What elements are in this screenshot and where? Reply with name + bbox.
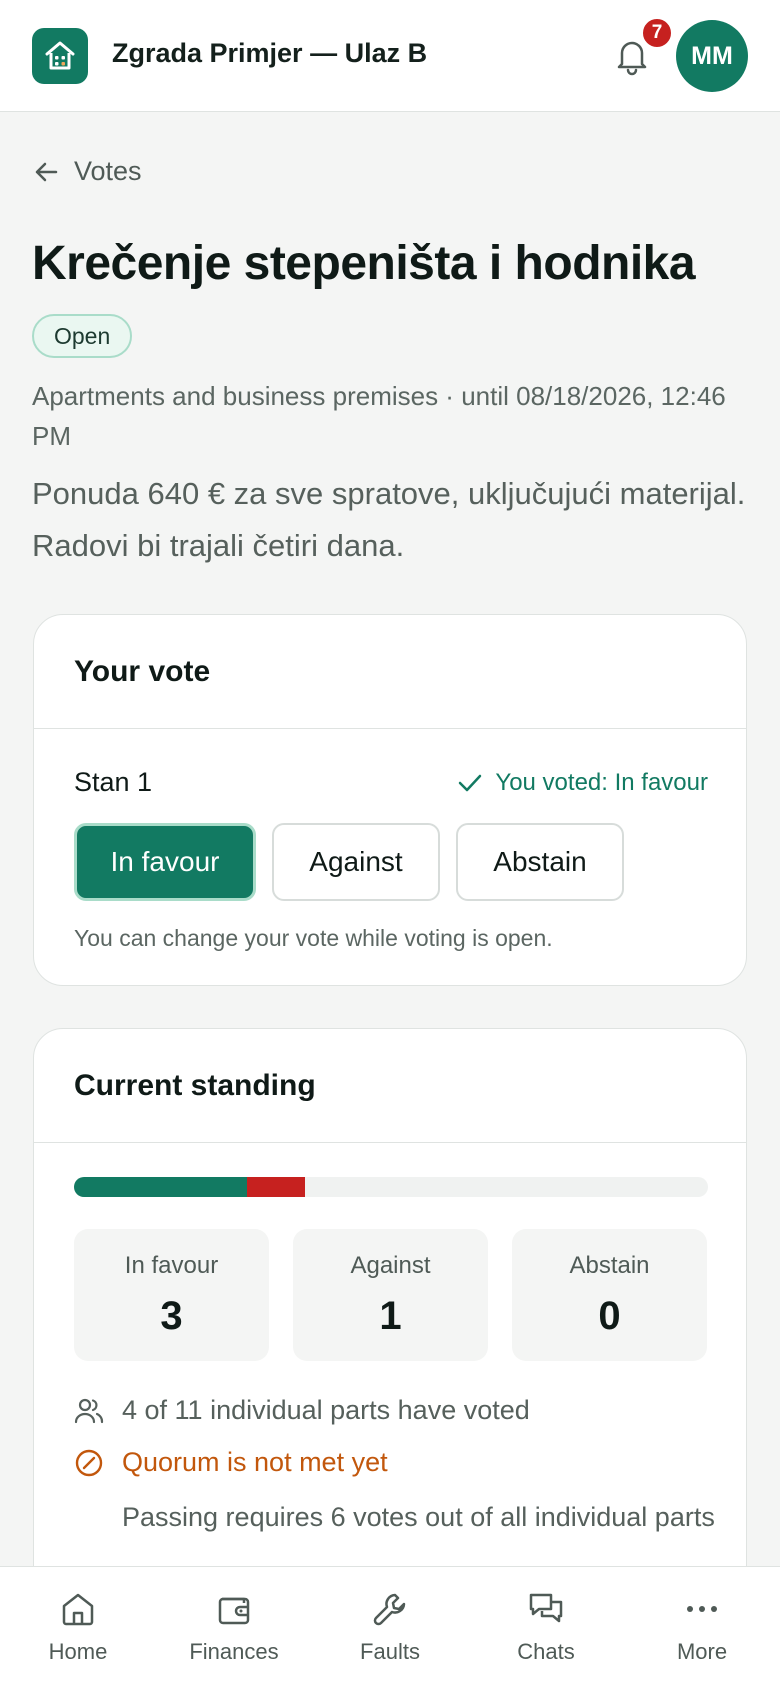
- user-avatar[interactable]: MM: [676, 20, 748, 92]
- your-vote-heading: Your vote: [34, 615, 746, 729]
- against-count: 1: [379, 1293, 402, 1338]
- nav-faults-label: Faults: [360, 1639, 420, 1664]
- change-vote-hint: You can change your vote while voting is…: [74, 925, 553, 951]
- page-title: Krečenje stepeništa i hodnika: [32, 237, 696, 290]
- unit-name: Stan 1: [74, 767, 153, 797]
- results-tiles: In favour 3 Against 1 Abstain 0: [74, 1229, 707, 1361]
- back-link-label: Votes: [74, 156, 142, 186]
- in-favour-bar-segment: [74, 1177, 247, 1197]
- abstain-button[interactable]: Abstain: [456, 823, 624, 901]
- in-favour-button[interactable]: In favour: [74, 823, 256, 901]
- users-icon: [74, 1398, 104, 1423]
- quorum-row: Quorum is not met yet: [74, 1447, 388, 1478]
- voted-status-text: You voted: In favour: [495, 768, 708, 796]
- unit-row: Stan 1 You voted: In favour: [74, 767, 708, 798]
- in-favour-count: 3: [160, 1293, 183, 1338]
- vote-options: In favour Against Abstain: [74, 823, 624, 901]
- nav-home-label: Home: [48, 1639, 108, 1664]
- current-standing-heading: Current standing: [34, 1029, 746, 1143]
- arrow-left-icon: [35, 162, 58, 181]
- wallet-icon: [218, 1597, 250, 1625]
- wrench-icon: [373, 1593, 406, 1626]
- status-badge: Open: [32, 314, 133, 358]
- in-favour-tile: In favour 3: [74, 1229, 269, 1361]
- notification-count-badge: 7: [640, 16, 674, 50]
- app-header: Zgrada Primjer — Ulaz B 7 MM: [0, 0, 780, 112]
- against-bar-segment: [246, 1177, 305, 1197]
- abstain-tile: Abstain 0: [512, 1229, 707, 1361]
- nav-finances-label: Finances: [189, 1639, 279, 1664]
- more-icon: [687, 1606, 717, 1612]
- voted-status: You voted: In favour: [457, 769, 708, 797]
- nav-more-label: More: [676, 1639, 728, 1664]
- back-to-votes-link[interactable]: Votes: [32, 156, 142, 187]
- abstain-count: 0: [598, 1293, 621, 1338]
- nav-finances[interactable]: Finances: [156, 1567, 312, 1688]
- chat-icon: [529, 1593, 563, 1623]
- building-logo-icon[interactable]: [32, 28, 88, 84]
- vote-meta: Apartments and business premises · until…: [32, 381, 726, 451]
- your-vote-card: Your vote Stan 1 You voted: In favour In…: [33, 614, 747, 986]
- nav-chats-label: Chats: [517, 1639, 575, 1664]
- vote-description: Ponuda 640 € za sve spratove, uključujuć…: [32, 476, 746, 563]
- home-icon: [62, 1593, 94, 1626]
- nav-home[interactable]: Home: [0, 1567, 156, 1688]
- participation-row: 4 of 11 individual parts have voted: [74, 1395, 530, 1426]
- nav-faults[interactable]: Faults: [312, 1567, 468, 1688]
- results-progress-bar: [74, 1177, 708, 1197]
- abstain-tile-label: Abstain: [569, 1251, 650, 1279]
- check-icon: [459, 774, 482, 791]
- passing-requirement: Passing requires 6 votes out of all indi…: [122, 1502, 715, 1532]
- nav-more[interactable]: More: [624, 1567, 780, 1688]
- quorum-warning-icon: [75, 1449, 103, 1476]
- against-button[interactable]: Against: [272, 823, 440, 901]
- in-favour-tile-label: In favour: [124, 1251, 219, 1279]
- quorum-text: Quorum is not met yet: [122, 1447, 388, 1477]
- participation-text: 4 of 11 individual parts have voted: [122, 1395, 530, 1425]
- against-tile-label: Against: [350, 1251, 431, 1279]
- against-tile: Against 1: [293, 1229, 488, 1361]
- bottom-navigation: Home Finances Faults Chats More: [0, 1566, 780, 1688]
- app-title: Zgrada Primjer — Ulaz B: [112, 38, 428, 68]
- nav-chats[interactable]: Chats: [468, 1567, 624, 1688]
